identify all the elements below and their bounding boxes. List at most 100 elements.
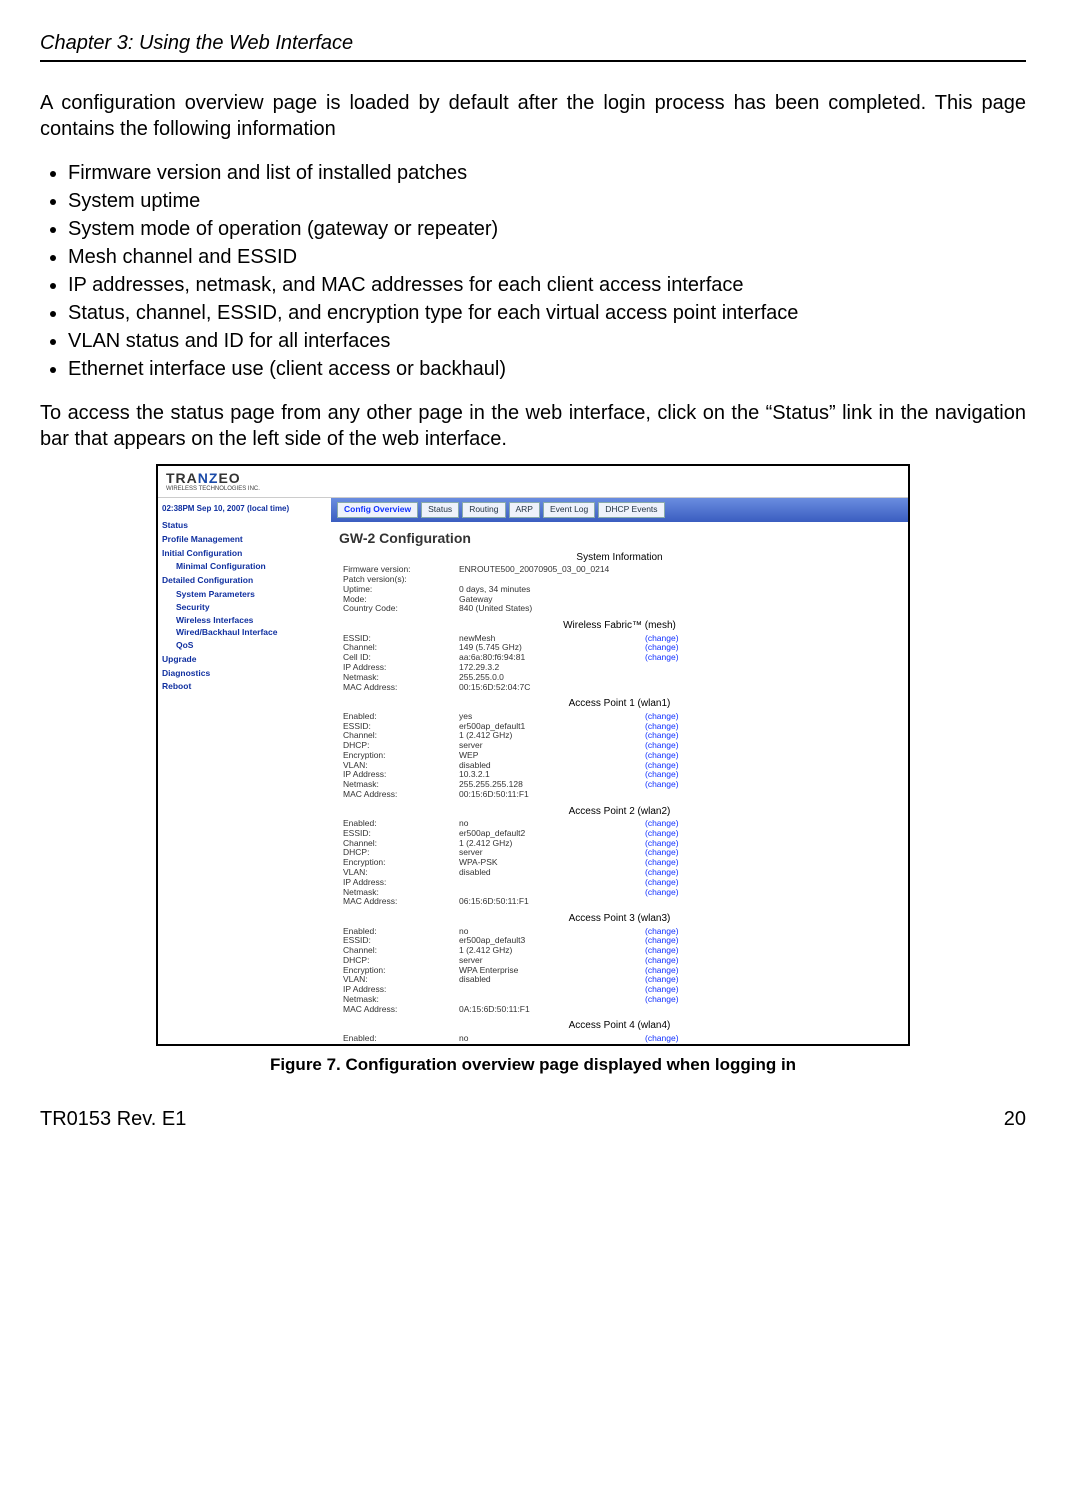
info-table: Enabled:no(change)ESSID:er500ap_default2…	[343, 819, 685, 907]
row-change[interactable]: (change)	[645, 780, 685, 790]
footer-right: 20	[1004, 1106, 1026, 1132]
table-row: Encryption:WPA Enterprise(change)	[343, 966, 685, 976]
logo-row: TRANZEO WIRELESS TECHNOLOGIES INC.	[158, 466, 908, 498]
page-title: GW-2 Configuration	[339, 530, 908, 546]
row-value: disabled	[459, 868, 645, 878]
section-heading: Access Point 4 (wlan4)	[331, 1020, 908, 1032]
table-row: DHCP:server(change)	[343, 848, 685, 858]
section-heading: Access Point 2 (wlan2)	[331, 806, 908, 818]
feature-item: Status, channel, ESSID, and encryption t…	[68, 300, 1026, 326]
status-nav-paragraph: To access the status page from any other…	[40, 400, 1026, 452]
row-change	[645, 683, 685, 693]
sidebar-item[interactable]: Profile Management	[162, 535, 327, 545]
tab[interactable]: Config Overview	[337, 502, 418, 518]
table-row: MAC Address:00:15:6D:52:04:7C	[343, 683, 685, 693]
row-change	[645, 897, 685, 907]
row-change[interactable]: (change)	[645, 653, 685, 663]
table-row: Channel:1 (2.412 GHz)(change)	[343, 946, 685, 956]
table-row: ESSID:er500ap_default3(change)	[343, 936, 685, 946]
screenshot: TRANZEO WIRELESS TECHNOLOGIES INC. 02:38…	[156, 464, 910, 1046]
row-change	[645, 585, 651, 595]
tab[interactable]: ARP	[509, 502, 540, 518]
row-key: MAC Address:	[343, 790, 459, 800]
sidebar-item[interactable]: Initial Configuration	[162, 549, 327, 559]
row-value: 840 (United States)	[459, 604, 645, 614]
row-change[interactable]: (change)	[645, 888, 685, 898]
table-row: Encryption:WPA-PSK(change)	[343, 858, 685, 868]
info-table: ESSID:newMesh(change)Channel:149 (5.745 …	[343, 634, 685, 693]
sidebar-item[interactable]: Upgrade	[162, 655, 327, 665]
sidebar-item[interactable]: Wired/Backhaul Interface	[176, 628, 327, 638]
content-area: Config OverviewStatusRoutingARPEvent Log…	[331, 498, 908, 1044]
row-value	[459, 985, 645, 995]
feature-item: System mode of operation (gateway or rep…	[68, 216, 1026, 242]
sidebar-item[interactable]: QoS	[176, 641, 327, 651]
section-heading: System Information	[331, 552, 908, 564]
row-change[interactable]: (change)	[645, 995, 685, 1005]
row-change	[645, 595, 651, 605]
table-row: IP Address:(change)	[343, 878, 685, 888]
sidebar-time: 02:38PM Sep 10, 2007 (local time)	[162, 504, 327, 513]
tab[interactable]: DHCP Events	[598, 502, 664, 518]
row-key: MAC Address:	[343, 1005, 459, 1015]
section-heading: Wireless Fabric™ (mesh)	[331, 620, 908, 632]
table-row: Cell ID:aa:6a:80:f6:94:81(change)	[343, 653, 685, 663]
sidebar: 02:38PM Sep 10, 2007 (local time) Status…	[158, 498, 331, 1044]
row-change	[645, 663, 685, 673]
footer-left: TR0153 Rev. E1	[40, 1106, 186, 1132]
sidebar-item[interactable]: Status	[162, 521, 327, 531]
table-row: IP Address:172.29.3.2	[343, 663, 685, 673]
row-key: MAC Address:	[343, 897, 459, 907]
chapter-header: Chapter 3: Using the Web Interface	[40, 30, 1026, 62]
table-row: Encryption:WEP(change)	[343, 751, 685, 761]
feature-item: VLAN status and ID for all interfaces	[68, 328, 1026, 354]
row-value: 1 (2.412 GHz)	[459, 839, 645, 849]
table-row: VLAN:disabled(change)	[343, 975, 685, 985]
sidebar-item[interactable]: Security	[176, 603, 327, 613]
table-row: MAC Address:00:15:6D:50:11:F1	[343, 790, 685, 800]
sidebar-item[interactable]: Minimal Configuration	[176, 562, 327, 572]
feature-item: Firmware version and list of installed p…	[68, 160, 1026, 186]
table-row: ESSID:er500ap_default2(change)	[343, 829, 685, 839]
row-value: 1 (2.412 GHz)	[459, 946, 645, 956]
feature-item: System uptime	[68, 188, 1026, 214]
section-heading: Access Point 1 (wlan1)	[331, 698, 908, 710]
logo-mid: NZ	[198, 470, 219, 486]
tab[interactable]: Event Log	[543, 502, 595, 518]
section-heading: Access Point 3 (wlan3)	[331, 913, 908, 925]
sidebar-item[interactable]: Reboot	[162, 682, 327, 692]
tab[interactable]: Status	[421, 502, 459, 518]
table-row: IP Address:(change)	[343, 985, 685, 995]
logo-post: EO	[218, 470, 240, 486]
row-change	[645, 673, 685, 683]
table-row: Uptime:0 days, 34 minutes	[343, 585, 651, 595]
sidebar-item[interactable]: Detailed Configuration	[162, 576, 327, 586]
table-row: MAC Address:0A:15:6D:50:11:F1	[343, 1005, 685, 1015]
sidebar-item[interactable]: System Parameters	[176, 590, 327, 600]
row-value: ENROUTE500_20070905_03_00_0214	[459, 565, 645, 575]
info-table: Enabled:yes(change)ESSID:er500ap_default…	[343, 712, 685, 800]
info-table: Enabled:no(change)ESSID:er500ap_default3…	[343, 927, 685, 1015]
row-value: 00:15:6D:52:04:7C	[459, 683, 645, 693]
tab[interactable]: Routing	[462, 502, 505, 518]
table-row: DHCP:server(change)	[343, 741, 685, 751]
row-change	[645, 575, 651, 585]
sidebar-item[interactable]: Wireless Interfaces	[176, 616, 327, 626]
row-value: server	[459, 741, 645, 751]
feature-item: IP addresses, netmask, and MAC addresses…	[68, 272, 1026, 298]
logo-sub: WIRELESS TECHNOLOGIES INC.	[166, 486, 900, 493]
feature-item: Mesh channel and ESSID	[68, 244, 1026, 270]
table-row: VLAN:disabled(change)	[343, 868, 685, 878]
row-key: Enabled:	[343, 1034, 459, 1044]
table-row: MAC Address:06:15:6D:50:11:F1	[343, 897, 685, 907]
table-row: Country Code:840 (United States)	[343, 604, 651, 614]
table-row: VLAN:disabled(change)	[343, 761, 685, 771]
row-value: no	[459, 1034, 645, 1044]
info-table: Firmware version:ENROUTE500_20070905_03_…	[343, 565, 651, 614]
tab-bar: Config OverviewStatusRoutingARPEvent Log…	[331, 498, 908, 522]
row-change[interactable]: (change)	[645, 1034, 685, 1044]
row-change	[645, 790, 685, 800]
row-value: 0A:15:6D:50:11:F1	[459, 1005, 645, 1015]
sidebar-item[interactable]: Diagnostics	[162, 669, 327, 679]
row-value: 1 (2.412 GHz)	[459, 731, 645, 741]
